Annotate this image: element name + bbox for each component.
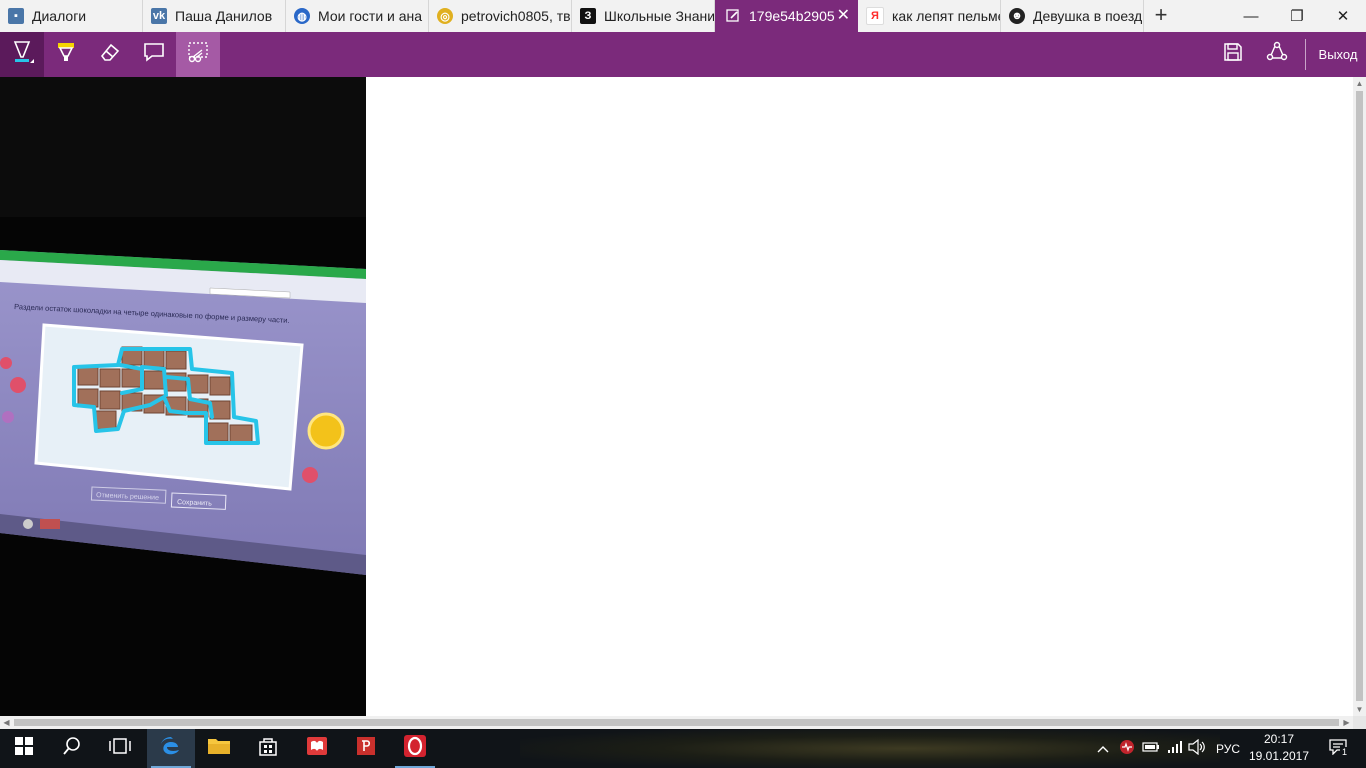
pasted-photo: Раздели остаток шоколадки на четыре один… [0,77,366,716]
speaker-icon [1188,738,1206,758]
clip-tool[interactable] [176,32,220,77]
tab-title: Мои гости и ана [318,8,423,24]
opera-icon [403,734,427,763]
network-tray-icon[interactable] [1164,729,1186,768]
tab-title: как лепят пельме [892,8,1001,24]
search-icon [62,736,82,761]
show-hidden-icons-button[interactable] [1092,729,1114,768]
shield-heart-icon [1119,739,1135,758]
task-view-button[interactable] [96,729,144,768]
globe-icon: ◍ [294,8,310,24]
new-tab-button[interactable]: + [1149,4,1173,28]
eraser-icon [99,41,121,68]
input-language-indicator[interactable]: РУС [1210,729,1246,768]
antivirus-tray-icon[interactable] [1116,729,1138,768]
tab-guests[interactable]: ◍ Мои гости и ана [286,0,429,32]
notification-count-badge: 1 [1340,747,1350,757]
znanija-icon: З [580,8,596,24]
vertical-scroll-thumb[interactable] [1356,91,1363,701]
scroll-down-icon[interactable]: ▼ [1353,703,1366,716]
file-explorer-button[interactable] [195,729,243,768]
tab-title: Паша Данилов [175,8,273,24]
battery-icon [1142,741,1160,756]
tab-znanija[interactable]: З Школьные Знани [572,0,715,32]
restore-button[interactable]: ❐ [1274,0,1320,32]
opera-taskbar-button[interactable] [391,729,439,768]
exit-label: Выход [1318,47,1358,62]
notifications-icon: 1 [1329,739,1350,758]
wallpaper-glow [520,729,1220,768]
tab-title: petrovich0805, тв [461,8,571,24]
pdf-icon [355,735,377,762]
circle-icon: ◎ [437,8,453,24]
tab-title: Девушка в поезд [1033,8,1143,24]
edge-icon [159,734,183,763]
scissors-icon [186,40,210,69]
battery-tray-icon[interactable] [1140,729,1162,768]
toolbar-divider [1305,39,1306,70]
tab-pasha-danilov[interactable]: vk Паша Данилов [143,0,286,32]
tab-title: Диалоги [32,8,87,24]
highlighter-tool[interactable] [44,32,88,77]
search-button[interactable] [48,729,96,768]
task-view-icon [109,737,131,760]
chat-icon: ▪ [8,8,24,24]
clock-time: 20:17 [1263,732,1295,746]
save-note-button[interactable] [1213,32,1253,77]
yandex-icon: Я [866,7,884,25]
windows-logo-icon [15,737,33,760]
vk-icon: vk [151,8,167,24]
store-icon [257,735,279,762]
tab-dialogs[interactable]: ▪ Диалоги [0,0,143,32]
clock-date: 19.01.2017 [1248,749,1310,763]
tab-girl-train[interactable]: ☻ Девушка в поезд [1001,0,1144,32]
scrollbar-corner [1353,716,1366,729]
tab-active-note[interactable]: 179e54b2905 ✕ [715,0,858,32]
horizontal-scrollbar[interactable]: ◀ ▶ [0,716,1353,729]
scroll-left-icon[interactable]: ◀ [0,716,13,729]
pdf-app-button[interactable] [342,729,390,768]
close-window-button[interactable]: ✕ [1320,0,1366,32]
tab-pelmeni[interactable]: Я как лепят пельме [858,0,1001,32]
ink-toolbar: Выход [0,32,1366,77]
add-note-tool[interactable] [132,32,176,77]
edge-taskbar-button[interactable] [147,729,195,768]
save-icon [1223,42,1243,67]
scroll-up-icon[interactable]: ▲ [1353,77,1366,90]
signal-bars-icon [1167,740,1183,757]
close-icon[interactable]: ✕ [837,8,850,24]
comment-icon [143,41,165,68]
ballpoint-pen-tool[interactable] [0,32,44,77]
share-button[interactable] [1257,32,1297,77]
vertical-scrollbar[interactable]: ▲ ▼ [1353,77,1366,716]
windows-taskbar: РУС 20:17 19.01.2017 1 [0,729,1366,768]
face-icon: ☻ [1009,8,1025,24]
horizontal-scroll-thumb[interactable] [14,719,1339,726]
folder-icon [207,736,231,761]
start-button[interactable] [0,729,48,768]
photo-of-monitor: Раздели остаток шоколадки на четыре один… [0,77,366,716]
eraser-tool[interactable] [88,32,132,77]
tab-title: 179e54b2905 [749,8,835,24]
system-clock[interactable]: 20:17 19.01.2017 [1248,729,1310,768]
share-icon [1266,41,1288,68]
reader-app-button[interactable] [293,729,341,768]
action-center-button[interactable]: 1 [1318,729,1358,768]
browser-tab-bar: ▪ Диалоги vk Паша Данилов ◍ Мои гости и … [0,0,1366,32]
tab-title: Школьные Знани [604,8,715,24]
pen-icon [10,39,34,70]
note-canvas[interactable]: Раздели остаток шоколадки на четыре один… [0,77,1353,716]
chevron-up-icon [1097,742,1109,756]
book-icon [306,735,328,762]
minimize-button[interactable]: — [1228,0,1274,32]
highlighter-icon [55,40,77,69]
pen-icon [725,8,741,24]
store-button[interactable] [244,729,292,768]
volume-tray-icon[interactable] [1186,729,1208,768]
exit-button[interactable]: Выход [1310,32,1366,77]
tab-petrovich[interactable]: ◎ petrovich0805, тв [429,0,572,32]
scroll-right-icon[interactable]: ▶ [1340,716,1353,729]
